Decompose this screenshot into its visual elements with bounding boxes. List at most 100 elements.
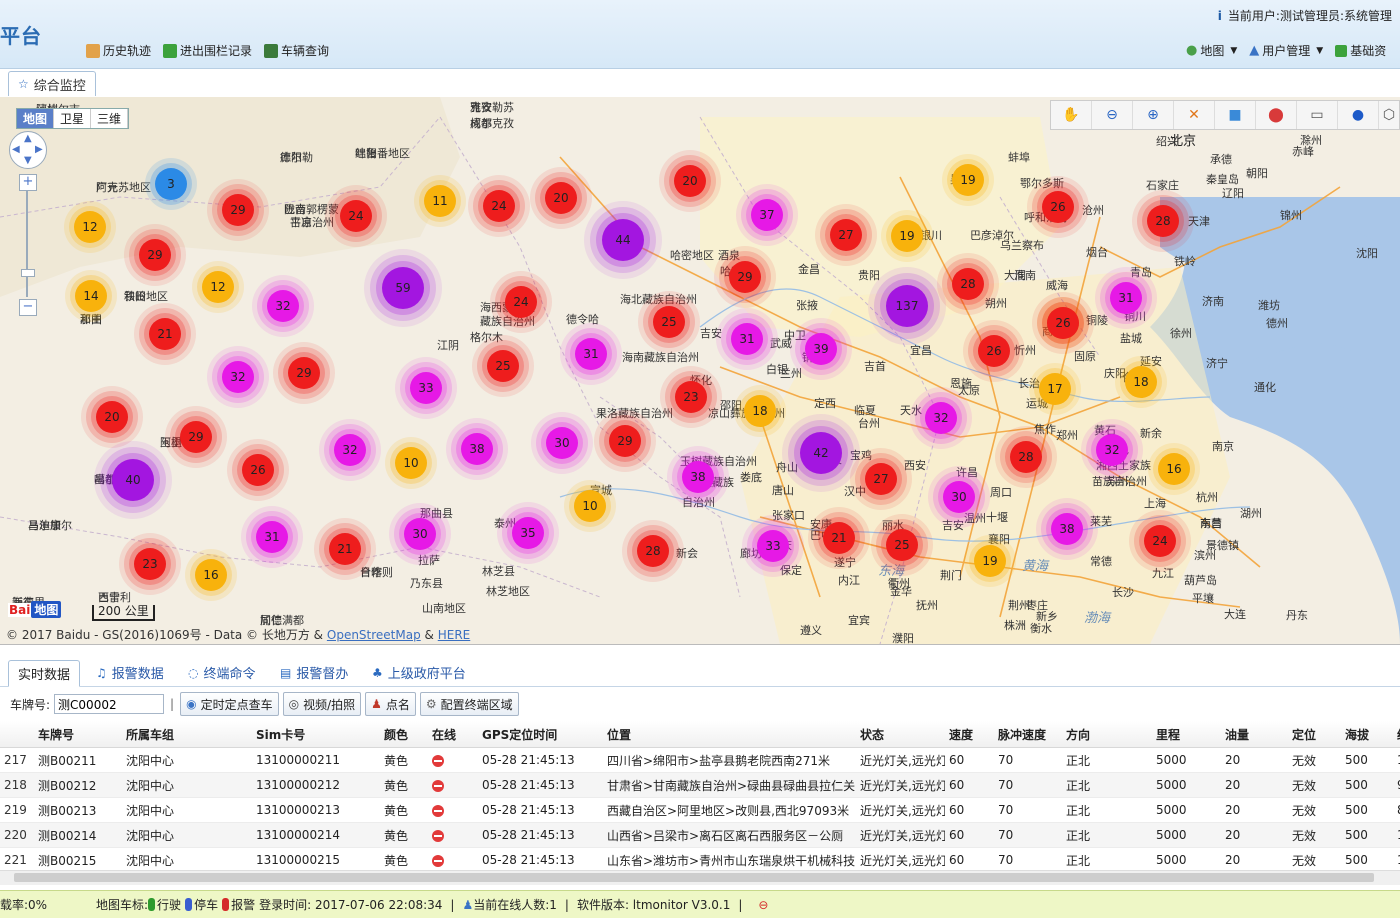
vehicle-cluster-marker[interactable]: 21 [149, 318, 181, 350]
tab-alarm-supervision[interactable]: ▤ 报警督办 [280, 660, 348, 685]
vehicle-cluster-marker[interactable]: 32 [222, 361, 254, 393]
column-header[interactable] [0, 721, 34, 748]
table-row[interactable]: 217 测B00211 沈阳中心 13100000211 黄色 05-28 21:45:1… [0, 747, 1400, 773]
vehicle-cluster-marker[interactable]: 30 [404, 518, 436, 550]
vehicle-cluster-marker[interactable]: 24 [1144, 525, 1176, 557]
vehicle-cluster-marker[interactable]: 20 [96, 401, 128, 433]
vehicle-cluster-marker[interactable]: 11 [424, 185, 456, 217]
column-header[interactable]: 里程 [1152, 721, 1221, 748]
zoom-slider-track[interactable] [26, 191, 28, 297]
plate-number-input[interactable] [54, 694, 165, 714]
edit-tool-button[interactable]: ▭ [1297, 101, 1338, 129]
vehicle-cluster-marker[interactable]: 32 [334, 434, 366, 466]
logout-icon[interactable]: ⊖ [758, 898, 768, 912]
table-row[interactable]: 218 测B00212 沈阳中心 13100000212 黄色 05-28 21:45:1… [0, 772, 1400, 798]
here-link[interactable]: HERE [438, 628, 471, 642]
vehicle-cluster-marker[interactable]: 29 [729, 261, 761, 293]
vehicle-cluster-marker[interactable]: 33 [757, 530, 789, 562]
vehicle-cluster-marker[interactable]: 29 [222, 194, 254, 226]
vehicle-cluster-marker[interactable]: 18 [1125, 366, 1157, 398]
tab-alarm-data[interactable]: ♫ 报警数据 [96, 660, 164, 685]
vehicle-cluster-marker[interactable]: 20 [674, 165, 706, 197]
vehicle-cluster-marker[interactable]: 19 [974, 545, 1006, 577]
vehicle-cluster-marker[interactable]: 27 [830, 219, 862, 251]
vehicle-cluster-marker[interactable]: 26 [242, 454, 274, 486]
column-header[interactable]: 在线 [428, 721, 478, 748]
marker-tool-button[interactable]: ⬤ [1256, 101, 1297, 129]
vehicle-cluster-marker[interactable]: 20 [545, 182, 577, 214]
map-type-standard[interactable]: 地图 [17, 109, 55, 128]
table-row[interactable]: 219 测B00213 沈阳中心 13100000213 黄色 05-28 21:45:1… [0, 797, 1400, 823]
vehicle-cluster-marker[interactable]: 16 [195, 559, 227, 591]
pan-right-icon[interactable]: ▶ [35, 144, 43, 155]
vehicle-cluster-marker[interactable]: 10 [574, 490, 606, 522]
vehicle-cluster-marker[interactable]: 19 [952, 164, 984, 196]
zoom-in-tool-button[interactable]: ⊕ [1133, 101, 1174, 129]
vehicle-cluster-marker[interactable]: 28 [637, 535, 669, 567]
column-header[interactable]: 脉冲速度 [994, 721, 1062, 748]
vehicle-cluster-marker[interactable]: 31 [256, 521, 288, 553]
vehicle-cluster-marker[interactable]: 25 [487, 350, 519, 382]
vehicle-cluster-marker[interactable]: 32 [1096, 434, 1128, 466]
pan-down-icon[interactable]: ▼ [24, 155, 32, 166]
zoom-slider-handle[interactable] [21, 269, 35, 277]
vehicle-cluster-marker[interactable]: 44 [602, 219, 644, 261]
vehicle-cluster-marker[interactable]: 40 [112, 459, 154, 501]
rollcall-button[interactable]: ♟ 点名 [365, 692, 416, 716]
vehicle-cluster-marker[interactable]: 38 [1051, 513, 1083, 545]
vehicle-cluster-marker[interactable]: 37 [751, 199, 783, 231]
tab-monitoring[interactable]: ☆ 综合监控 [8, 71, 96, 96]
measure-tool-button[interactable]: ✕ [1174, 101, 1215, 129]
user-management-menu[interactable]: ▲ 用户管理 ▼ [1249, 42, 1323, 59]
column-header[interactable]: 海拔 [1341, 721, 1393, 748]
pan-left-icon[interactable]: ◀ [12, 144, 20, 155]
circle-tool-button[interactable]: ● [1338, 101, 1379, 129]
vehicle-cluster-marker[interactable]: 25 [886, 529, 918, 561]
vehicle-cluster-marker[interactable]: 31 [731, 323, 763, 355]
map-type-3d[interactable]: 三维 [91, 109, 129, 128]
vehicle-cluster-marker[interactable]: 23 [134, 548, 166, 580]
history-track-button[interactable]: 历史轨迹 [86, 42, 151, 59]
vehicle-cluster-marker[interactable]: 39 [805, 333, 837, 365]
vehicle-cluster-marker[interactable]: 29 [609, 425, 641, 457]
vehicle-cluster-marker[interactable]: 17 [1039, 373, 1071, 405]
column-header[interactable]: 位置 [603, 721, 856, 748]
column-header[interactable]: Sim卡号 [252, 721, 380, 748]
vehicle-cluster-marker[interactable]: 3 [155, 168, 187, 200]
vehicle-cluster-marker[interactable]: 27 [865, 463, 897, 495]
configure-area-button[interactable]: ⚙ 配置终端区域 [419, 692, 519, 716]
vehicle-cluster-marker[interactable]: 35 [512, 517, 544, 549]
vehicle-cluster-marker[interactable]: 28 [1010, 441, 1042, 473]
table-row[interactable]: 221 测B00215 沈阳中心 13100000215 黄色 05-28 21:45:1… [0, 847, 1400, 873]
column-header[interactable]: GPS定位时间 [478, 721, 603, 748]
column-header[interactable]: 方向 [1062, 721, 1152, 748]
vehicle-cluster-marker[interactable]: 23 [675, 381, 707, 413]
column-header[interactable]: 经 [1393, 721, 1400, 748]
zoom-out-tool-button[interactable]: ⊖ [1092, 101, 1133, 129]
tab-government-platform[interactable]: ♣ 上级政府平台 [372, 660, 466, 685]
vehicle-cluster-marker[interactable]: 29 [288, 357, 320, 389]
vehicle-cluster-marker[interactable]: 32 [925, 402, 957, 434]
tab-realtime-data[interactable]: 实时数据 [8, 660, 81, 687]
vehicle-cluster-marker[interactable]: 30 [546, 427, 578, 459]
vehicle-cluster-marker[interactable]: 21 [329, 533, 361, 565]
vehicle-cluster-marker[interactable]: 33 [410, 372, 442, 404]
map-menu[interactable]: ● 地图 ▼ [1186, 42, 1237, 59]
vehicle-cluster-marker[interactable]: 31 [1110, 282, 1142, 314]
tab-terminal-command[interactable]: ◌ 终端命令 [188, 660, 256, 685]
scheduled-locate-button[interactable]: ◉ 定时定点查车 [180, 692, 279, 716]
horizontal-scrollbar[interactable] [0, 870, 1400, 885]
vehicle-cluster-marker[interactable]: 16 [1158, 453, 1190, 485]
vehicle-cluster-marker[interactable]: 14 [75, 280, 107, 312]
vehicle-cluster-marker[interactable]: 24 [483, 190, 515, 222]
vehicle-search-button[interactable]: 车辆查询 [264, 42, 329, 59]
vehicle-cluster-marker[interactable]: 25 [653, 306, 685, 338]
vehicle-cluster-marker[interactable]: 26 [978, 335, 1010, 367]
base-data-menu[interactable]: 基础资 [1335, 42, 1386, 59]
vehicle-cluster-marker[interactable]: 29 [180, 421, 212, 453]
vehicle-cluster-marker[interactable]: 28 [952, 268, 984, 300]
video-photo-button[interactable]: ◎ 视频/拍照 [282, 692, 362, 716]
vehicle-cluster-marker[interactable]: 26 [1042, 191, 1074, 223]
vehicle-cluster-marker[interactable]: 26 [1047, 307, 1079, 339]
vehicle-cluster-marker[interactable]: 59 [382, 267, 424, 309]
